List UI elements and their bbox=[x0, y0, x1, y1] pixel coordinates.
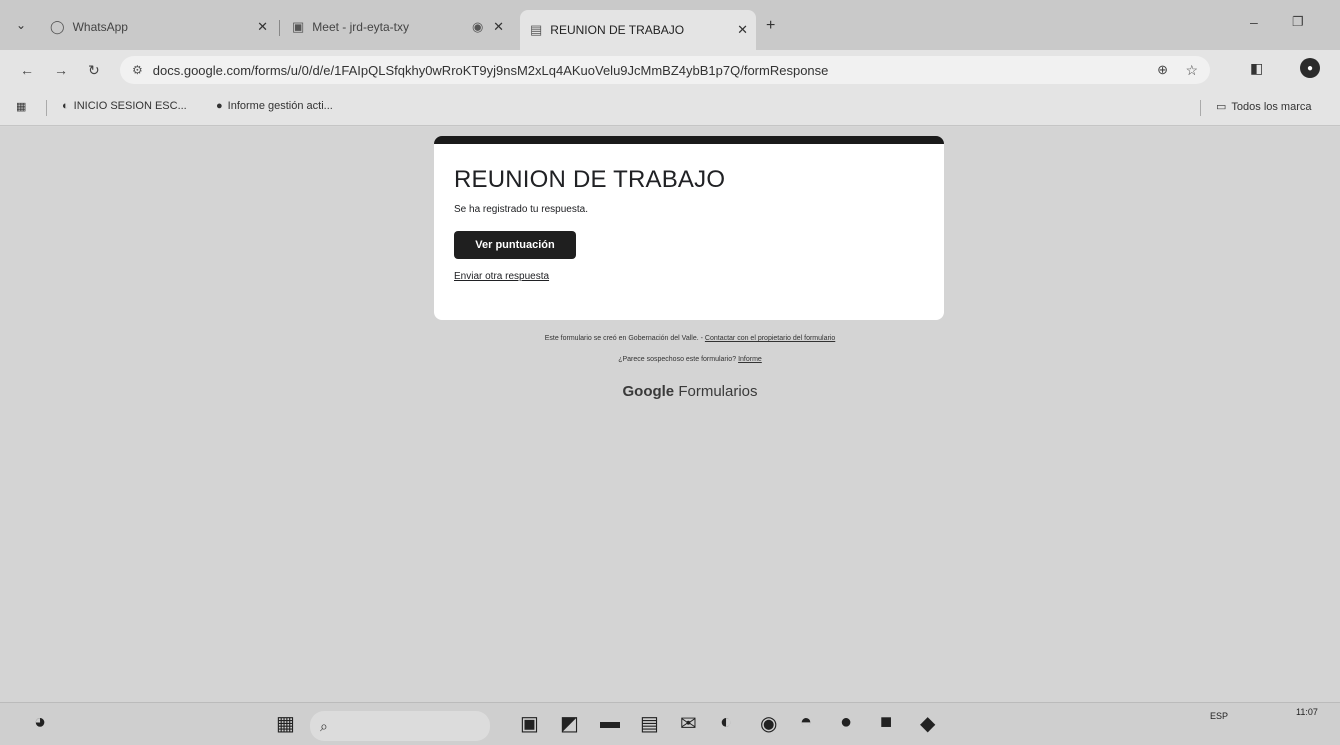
url-text: docs.google.com/forms/u/0/d/e/1FAIpQLSfq… bbox=[152, 62, 829, 78]
tab-meet[interactable]: ▣ Meet - jrd-eyta-txy bbox=[282, 10, 462, 44]
bookmark-separator bbox=[1200, 100, 1201, 116]
view-score-button[interactable]: Ver puntuación bbox=[454, 231, 576, 259]
new-tab-button[interactable]: + bbox=[766, 17, 775, 35]
app-icon[interactable]: ◆ bbox=[920, 711, 935, 736]
widgets-icon[interactable]: ◩ bbox=[560, 711, 579, 736]
tab-title: Meet - jrd-eyta-txy bbox=[312, 20, 409, 34]
clock[interactable]: 11:07 bbox=[1296, 707, 1318, 717]
app-icon[interactable]: ■ bbox=[880, 711, 892, 734]
file-explorer-icon[interactable]: ▬ bbox=[600, 711, 620, 734]
store-icon[interactable]: ▤ bbox=[640, 711, 659, 736]
whatsapp-icon: ◯ bbox=[50, 19, 65, 34]
google-forms-logo[interactable]: Google Formularios bbox=[0, 383, 1340, 400]
confirmation-message: Se ha registrado tu respuesta. bbox=[454, 204, 588, 215]
form-footer-report: ¿Parece sospechoso este formulario? Info… bbox=[0, 356, 1340, 363]
browser-toolbar: ← → ↻ ⚙ docs.google.com/forms/u/0/d/e/1F… bbox=[0, 50, 1340, 90]
chrome-icon[interactable]: ◉ bbox=[760, 711, 777, 736]
language-indicator[interactable]: ESP bbox=[1210, 711, 1228, 721]
all-bookmarks-folder[interactable]: ▭ Todos los marca bbox=[1216, 100, 1312, 114]
bookmark-separator bbox=[46, 100, 47, 116]
back-icon[interactable]: ← bbox=[20, 62, 34, 78]
site-info-icon[interactable]: ⚙ bbox=[132, 63, 143, 77]
folder-icon: ▭ bbox=[1216, 101, 1227, 113]
bookmark-star-icon[interactable]: ☆ bbox=[1185, 62, 1198, 79]
search-icon: ⌕ bbox=[320, 717, 328, 734]
minimize-icon[interactable]: – bbox=[1250, 14, 1258, 30]
extensions-icon[interactable]: ◧ bbox=[1250, 60, 1263, 77]
os-taskbar: ◕ ▦ ⌕ ▣ ◩ ▬ ▤ ✉ ◐ ◉ ◓ ● ■ ◆ ESP 11:07 bbox=[0, 702, 1340, 745]
tab-title: REUNION DE TRABAJO bbox=[550, 23, 685, 37]
created-text: Este formulario se creó en Gobernación d… bbox=[544, 335, 703, 342]
tab-whatsapp[interactable]: ◯ WhatsApp ✕ bbox=[40, 10, 276, 44]
forms-icon: ▤ bbox=[530, 22, 543, 37]
tab-reunion[interactable]: ▤ REUNION DE TRABAJO ✕ bbox=[520, 10, 756, 50]
brand-forms: Formularios bbox=[678, 383, 758, 400]
restore-icon[interactable]: ❐ bbox=[1292, 14, 1304, 30]
taskbar-search[interactable]: ⌕ bbox=[310, 711, 490, 741]
form-confirmation-card: REUNION DE TRABAJO Se ha registrado tu r… bbox=[434, 136, 944, 320]
address-bar[interactable]: ⚙ docs.google.com/forms/u/0/d/e/1FAIpQLS… bbox=[120, 56, 1210, 84]
form-title: REUNION DE TRABAJO bbox=[454, 166, 726, 193]
bookmarks-bar: ▦ ◐ INICIO SESION ESC... ● Informe gesti… bbox=[0, 90, 1340, 126]
weather-icon[interactable]: ◕ bbox=[34, 711, 46, 734]
app-icon[interactable]: ◓ bbox=[800, 711, 812, 734]
mail-icon[interactable]: ✉ bbox=[680, 711, 697, 736]
bookmark-informe-gestion[interactable]: ● Informe gestión acti... bbox=[216, 100, 333, 112]
globe-icon: ◐ bbox=[62, 100, 69, 112]
submit-another-response-link[interactable]: Enviar otra respuesta bbox=[454, 271, 924, 282]
chrome-icon: ● bbox=[216, 100, 223, 112]
bookmark-label: INICIO SESION ESC... bbox=[73, 100, 187, 112]
reload-icon[interactable]: ↻ bbox=[88, 62, 100, 79]
tab-recording[interactable]: ◉ ✕ bbox=[462, 10, 512, 44]
suspicious-text: ¿Parece sospechoso este formulario? bbox=[618, 356, 737, 363]
record-icon: ◉ bbox=[472, 19, 484, 34]
task-view-icon[interactable]: ▣ bbox=[520, 711, 539, 736]
tab-title: WhatsApp bbox=[72, 20, 128, 34]
contact-owner-link[interactable]: Contactar con el propietario del formula… bbox=[705, 335, 835, 342]
close-icon[interactable]: ✕ bbox=[493, 19, 504, 35]
edge-icon[interactable]: ◐ bbox=[720, 711, 732, 734]
form-footer-created: Este formulario se creó en Gobernación d… bbox=[0, 335, 1340, 342]
start-icon[interactable]: ▦ bbox=[276, 711, 295, 736]
all-bookmarks-label: Todos los marca bbox=[1231, 100, 1312, 113]
close-icon[interactable]: ✕ bbox=[257, 19, 268, 35]
bookmark-label: Informe gestión acti... bbox=[227, 100, 333, 112]
app-icon[interactable]: ● bbox=[840, 711, 852, 734]
tab-search-icon[interactable]: ⌄ bbox=[16, 18, 26, 32]
page-body: REUNION DE TRABAJO Se ha registrado tu r… bbox=[0, 127, 1340, 702]
close-icon[interactable]: ✕ bbox=[737, 22, 748, 38]
brand-google: Google bbox=[622, 383, 675, 400]
meet-icon: ▣ bbox=[292, 19, 305, 34]
tab-strip: ⌄ ◯ WhatsApp ✕ ▣ Meet - jrd-eyta-txy ◉ ✕… bbox=[0, 0, 1340, 50]
tab-separator bbox=[279, 20, 280, 36]
zoom-icon[interactable]: ⊕ bbox=[1157, 62, 1168, 78]
forward-icon[interactable]: → bbox=[54, 62, 68, 78]
profile-avatar[interactable]: ● bbox=[1300, 58, 1320, 78]
report-link[interactable]: Informe bbox=[738, 356, 762, 363]
apps-icon[interactable]: ▦ bbox=[16, 100, 26, 113]
bookmark-inicio-sesion[interactable]: ◐ INICIO SESION ESC... bbox=[62, 100, 187, 112]
